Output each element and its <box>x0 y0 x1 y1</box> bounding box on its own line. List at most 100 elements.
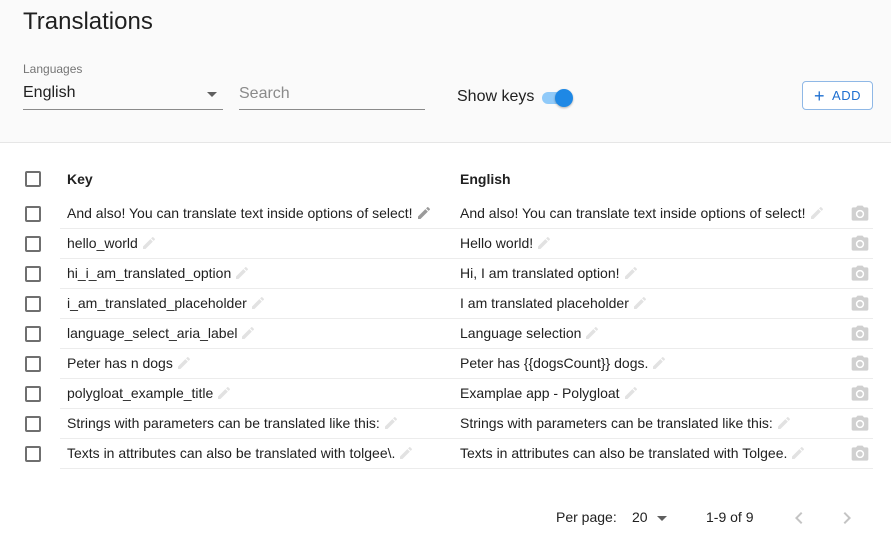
edit-translation-icon[interactable] <box>584 325 600 341</box>
select-all-checkbox[interactable] <box>25 171 41 187</box>
table-row: i_am_translated_placeholder I am translat… <box>0 289 891 319</box>
row-checkbox[interactable] <box>25 266 41 282</box>
edit-translation-icon[interactable] <box>809 205 825 221</box>
camera-icon[interactable] <box>850 444 870 464</box>
key-text: And also! You can translate text inside … <box>67 205 413 221</box>
column-header-english: English <box>460 171 511 187</box>
translation-cell: Language selection <box>460 325 600 341</box>
edit-translation-icon[interactable] <box>632 295 648 311</box>
row-checkbox[interactable] <box>25 236 41 252</box>
per-page-select[interactable]: 20 <box>632 506 672 528</box>
camera-icon[interactable] <box>850 264 870 284</box>
edit-translation-icon[interactable] <box>623 265 639 281</box>
row-checkbox[interactable] <box>25 416 41 432</box>
search-input[interactable] <box>239 82 425 110</box>
translation-cell: Hi, I am translated option! <box>460 265 639 281</box>
table-row: hi_i_am_translated_option Hi, I am transl… <box>0 259 891 289</box>
chevron-right-icon <box>843 512 851 524</box>
key-text: polygloat_example_title <box>67 385 214 401</box>
camera-icon[interactable] <box>850 204 870 224</box>
translation-text: Examplae app - Polygloat <box>460 385 620 401</box>
row-checkbox[interactable] <box>25 206 41 222</box>
table-row: Strings with parameters can be translate… <box>0 409 891 439</box>
key-text: i_am_translated_placeholder <box>67 295 247 311</box>
camera-icon[interactable] <box>850 354 870 374</box>
language-select-value: English <box>23 84 76 101</box>
translation-text: Texts in attributes can also be translat… <box>460 445 788 461</box>
key-text: hello_world <box>67 235 138 251</box>
language-select[interactable]: English <box>23 82 223 110</box>
translation-cell: And also! You can translate text inside … <box>460 205 825 221</box>
translation-cell: I am translated placeholder <box>460 295 648 311</box>
add-button-label: ADD <box>832 88 861 103</box>
key-cell: Peter has n dogs <box>67 355 192 371</box>
table-row: Texts in attributes can also be translat… <box>0 439 891 469</box>
column-header-key: Key <box>67 171 93 187</box>
translation-text: And also! You can translate text inside … <box>460 205 806 221</box>
edit-translation-icon[interactable] <box>651 355 667 371</box>
camera-icon[interactable] <box>850 384 870 404</box>
previous-page-button[interactable] <box>787 506 811 530</box>
row-checkbox[interactable] <box>25 386 41 402</box>
edit-key-icon[interactable] <box>383 415 399 431</box>
toggle-thumb <box>555 89 573 107</box>
chevron-left-icon <box>795 512 803 524</box>
row-checkbox[interactable] <box>25 356 41 372</box>
translation-cell: Texts in attributes can also be translat… <box>460 445 806 461</box>
table-row: polygloat_example_title Examplae app - Po… <box>0 379 891 409</box>
page-title: Translations <box>23 8 153 35</box>
key-text: hi_i_am_translated_option <box>67 265 232 281</box>
translation-text: Language selection <box>460 325 582 341</box>
show-keys-toggle[interactable] <box>540 88 574 108</box>
camera-icon[interactable] <box>850 294 870 314</box>
table-row: hello_world Hello world! <box>0 229 891 259</box>
key-text: Texts in attributes can also be translat… <box>67 445 396 461</box>
table-row: language_select_aria_label Language selec… <box>0 319 891 349</box>
key-cell: language_select_aria_label <box>67 325 256 341</box>
edit-translation-icon[interactable] <box>536 235 552 251</box>
edit-translation-icon[interactable] <box>776 415 792 431</box>
show-keys-label: Show keys <box>457 88 535 105</box>
key-text: Peter has n dogs <box>67 355 173 371</box>
edit-key-icon[interactable] <box>416 205 432 221</box>
key-cell: polygloat_example_title <box>67 385 232 401</box>
translation-text: Strings with parameters can be translate… <box>460 415 773 431</box>
table-row: And also! You can translate text inside … <box>0 199 891 229</box>
translation-text: I am translated placeholder <box>460 295 629 311</box>
edit-translation-icon[interactable] <box>623 385 639 401</box>
translation-cell: Hello world! <box>460 235 552 251</box>
edit-key-icon[interactable] <box>234 265 250 281</box>
per-page-value: 20 <box>632 509 648 525</box>
translation-cell: Peter has {{dogsCount}} dogs. <box>460 355 667 371</box>
camera-icon[interactable] <box>850 414 870 434</box>
camera-icon[interactable] <box>850 234 870 254</box>
next-page-button[interactable] <box>835 506 859 530</box>
edit-translation-icon[interactable] <box>790 445 806 461</box>
edit-key-icon[interactable] <box>250 295 266 311</box>
row-checkbox[interactable] <box>25 296 41 312</box>
edit-key-icon[interactable] <box>216 385 232 401</box>
header: Translations Languages English Show keys… <box>0 0 891 143</box>
translation-text: Hello world! <box>460 235 534 251</box>
edit-key-icon[interactable] <box>398 445 414 461</box>
row-checkbox[interactable] <box>25 326 41 342</box>
edit-key-icon[interactable] <box>141 235 157 251</box>
languages-label: Languages <box>23 62 83 76</box>
key-text: Strings with parameters can be translate… <box>67 415 380 431</box>
key-cell: And also! You can translate text inside … <box>67 205 432 221</box>
camera-icon[interactable] <box>850 324 870 344</box>
key-cell: hello_world <box>67 235 157 251</box>
table-row: Peter has n dogs Peter has {{dogsCount}} … <box>0 349 891 379</box>
edit-key-icon[interactable] <box>240 325 256 341</box>
add-button[interactable]: + ADD <box>802 81 873 110</box>
translation-text: Peter has {{dogsCount}} dogs. <box>460 355 649 371</box>
key-cell: Texts in attributes can also be translat… <box>67 445 414 461</box>
caret-down-icon <box>207 92 217 97</box>
row-checkbox[interactable] <box>25 446 41 462</box>
translation-cell: Strings with parameters can be translate… <box>460 415 792 431</box>
key-text: language_select_aria_label <box>67 325 238 341</box>
pagination-range: 1-9 of 9 <box>706 509 754 525</box>
edit-key-icon[interactable] <box>176 355 192 371</box>
row-divider <box>60 468 873 469</box>
translation-cell: Examplae app - Polygloat <box>460 385 639 401</box>
